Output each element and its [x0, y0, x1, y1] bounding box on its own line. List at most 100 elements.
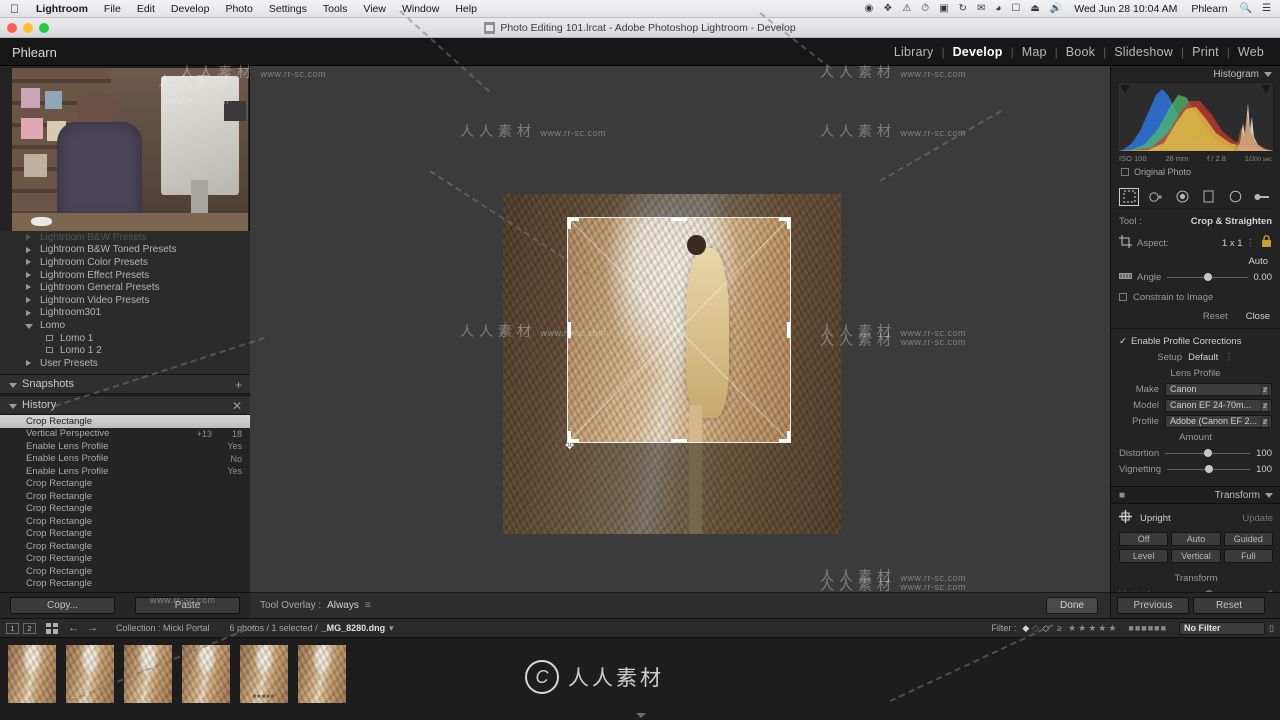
module-library[interactable]: Library	[886, 45, 942, 59]
history-row[interactable]: Crop Rectangle	[0, 503, 250, 516]
history-row[interactable]: Crop Rectangle	[0, 553, 250, 566]
plus-icon[interactable]: +	[235, 379, 242, 391]
wifi-icon[interactable]: ◕	[990, 0, 1006, 18]
filter-preset-select[interactable]: No Filter	[1179, 621, 1266, 635]
module-book[interactable]: Book	[1058, 45, 1103, 59]
filmstrip-thumbnail[interactable]	[8, 645, 56, 703]
red-eye-icon[interactable]	[1173, 189, 1191, 205]
upright-level-button[interactable]: Level	[1119, 549, 1169, 563]
paste-button[interactable]: Paste	[135, 597, 240, 614]
crop-reset-button[interactable]: Reset	[1203, 311, 1228, 322]
crop-rectangle[interactable]	[568, 218, 790, 442]
screen-1-button[interactable]: 1	[6, 622, 19, 634]
angle-value[interactable]: 0.00	[1254, 272, 1273, 283]
vignetting-slider[interactable]	[1167, 465, 1251, 473]
crop-handle-tr2[interactable]	[779, 218, 790, 221]
lock-icon[interactable]	[1261, 235, 1272, 251]
photo-container[interactable]: ✥	[503, 194, 841, 534]
star-rating-filter[interactable]: ★★★★★	[1068, 623, 1118, 634]
history-row[interactable]: Crop Rectangle	[0, 528, 250, 541]
filmstrip-thumbnail-selected[interactable]: ■■■■■	[240, 645, 288, 703]
filmstrip-thumbnail[interactable]	[66, 645, 114, 703]
crop-aspect-icon[interactable]	[1119, 235, 1132, 251]
menu-item-window[interactable]: Window	[394, 0, 447, 18]
profile-select[interactable]: Adobe (Canon EF 2... ⇵	[1165, 414, 1272, 428]
crop-close-button[interactable]: Close	[1246, 311, 1270, 322]
menu-item-view[interactable]: View	[355, 0, 394, 18]
tool-overlay-dropdown-icon[interactable]: ≡	[365, 600, 371, 611]
module-develop[interactable]: Develop	[945, 45, 1011, 59]
straighten-icon[interactable]	[1119, 272, 1133, 283]
history-row[interactable]: Crop Rectangle	[0, 415, 250, 428]
preset-item-lomo-1-2[interactable]: Lomo 1 2	[0, 344, 250, 357]
preset-group-general[interactable]: Lightroom General Presets	[0, 281, 250, 294]
upright-off-button[interactable]: Off	[1119, 532, 1169, 546]
aspect-dropdown-icon[interactable]: ⋮	[1246, 238, 1256, 249]
record-icon[interactable]: ◉	[860, 0, 879, 18]
history-row[interactable]: Crop Rectangle	[0, 478, 250, 491]
upright-full-button[interactable]: Full	[1223, 549, 1273, 563]
eject-icon[interactable]: ⏏	[1025, 0, 1044, 18]
preset-group-color[interactable]: Lightroom Color Presets	[0, 256, 250, 269]
grid-view-icon[interactable]	[46, 622, 58, 634]
apple-icon[interactable]: 	[0, 0, 28, 18]
make-select[interactable]: Canon ⇵	[1165, 382, 1272, 396]
history-row[interactable]: Crop Rectangle	[0, 565, 250, 578]
history-row[interactable]: Vertical Perspective +13 18	[0, 428, 250, 441]
filmstrip-thumbnail[interactable]	[298, 645, 346, 703]
setup-dropdown-icon[interactable]: ⋮	[1224, 352, 1234, 363]
history-row[interactable]: Enable Lens Profile Yes	[0, 465, 250, 478]
history-row[interactable]: Enable Lens Profile No	[0, 453, 250, 466]
histogram-graph[interactable]	[1117, 82, 1274, 152]
alert-icon[interactable]: ⚠	[897, 0, 916, 18]
crop-handle-tl2[interactable]	[568, 218, 579, 221]
preset-group-effect[interactable]: Lightroom Effect Presets	[0, 269, 250, 282]
distortion-slider[interactable]	[1165, 449, 1251, 457]
original-photo-row[interactable]: Original Photo	[1111, 163, 1280, 181]
checkbox-icon[interactable]	[1119, 293, 1127, 301]
preset-group-video[interactable]: Lightroom Video Presets	[0, 294, 250, 307]
panel-switch-icon[interactable]: ■	[1119, 490, 1125, 501]
module-map[interactable]: Map	[1014, 45, 1055, 59]
reset-button[interactable]: Reset	[1193, 597, 1265, 614]
preset-item-lomo-1[interactable]: Lomo 1	[0, 332, 250, 345]
snapshots-header[interactable]: Snapshots +	[0, 374, 250, 394]
menu-user[interactable]: Phlearn	[1184, 3, 1234, 15]
previous-button[interactable]: Previous	[1117, 597, 1189, 614]
current-filename[interactable]: _MG_8280.dng	[322, 623, 386, 633]
history-row[interactable]: Crop Rectangle	[0, 540, 250, 553]
maximize-window-button[interactable]	[39, 23, 49, 33]
minimize-window-button[interactable]	[23, 23, 33, 33]
preset-group-bw[interactable]: Lightroom B&W Presets	[0, 231, 250, 244]
menu-item-photo[interactable]: Photo	[217, 0, 260, 18]
timemachine-icon[interactable]: ▣	[934, 0, 953, 18]
crop-tool-icon[interactable]	[1119, 187, 1139, 206]
checkmark-icon[interactable]: ✓	[1119, 336, 1127, 347]
notification-center-icon[interactable]: ☰	[1257, 0, 1276, 18]
angle-slider-knob[interactable]	[1204, 273, 1213, 281]
setup-value[interactable]: Default	[1188, 352, 1218, 363]
menu-clock[interactable]: Wed Jun 28 10:04 AM	[1067, 3, 1184, 15]
radial-filter-icon[interactable]	[1226, 189, 1244, 205]
menu-item-file[interactable]: File	[96, 0, 129, 18]
adjustment-brush-icon[interactable]	[1253, 189, 1271, 205]
volume-icon[interactable]: 🔊	[1045, 0, 1067, 18]
history-row[interactable]: Crop Rectangle	[0, 490, 250, 503]
crop-handle-right[interactable]	[787, 322, 790, 338]
module-web[interactable]: Web	[1230, 45, 1272, 59]
close-window-button[interactable]	[7, 23, 17, 33]
navigator-preview[interactable]: 人人素材 www.rr-sc.com	[12, 68, 248, 233]
copy-button[interactable]: Copy...	[10, 597, 115, 614]
filmstrip-thumbnail[interactable]	[182, 645, 230, 703]
panel-toggle-nub[interactable]	[636, 713, 646, 718]
collection-label[interactable]: Collection : Micki Portal	[116, 623, 210, 633]
crop-handle-bottom[interactable]	[671, 439, 687, 442]
rating-operator[interactable]: ≥	[1057, 623, 1062, 633]
forward-arrow-icon[interactable]: →	[87, 622, 98, 634]
preset-group-lomo[interactable]: Lomo	[0, 319, 250, 332]
preset-group-user[interactable]: User Presets	[0, 357, 250, 370]
spot-removal-icon[interactable]	[1147, 189, 1165, 205]
done-button[interactable]: Done	[1046, 597, 1098, 614]
display-icon[interactable]: ☐	[1006, 0, 1025, 18]
menu-item-develop[interactable]: Develop	[163, 0, 218, 18]
